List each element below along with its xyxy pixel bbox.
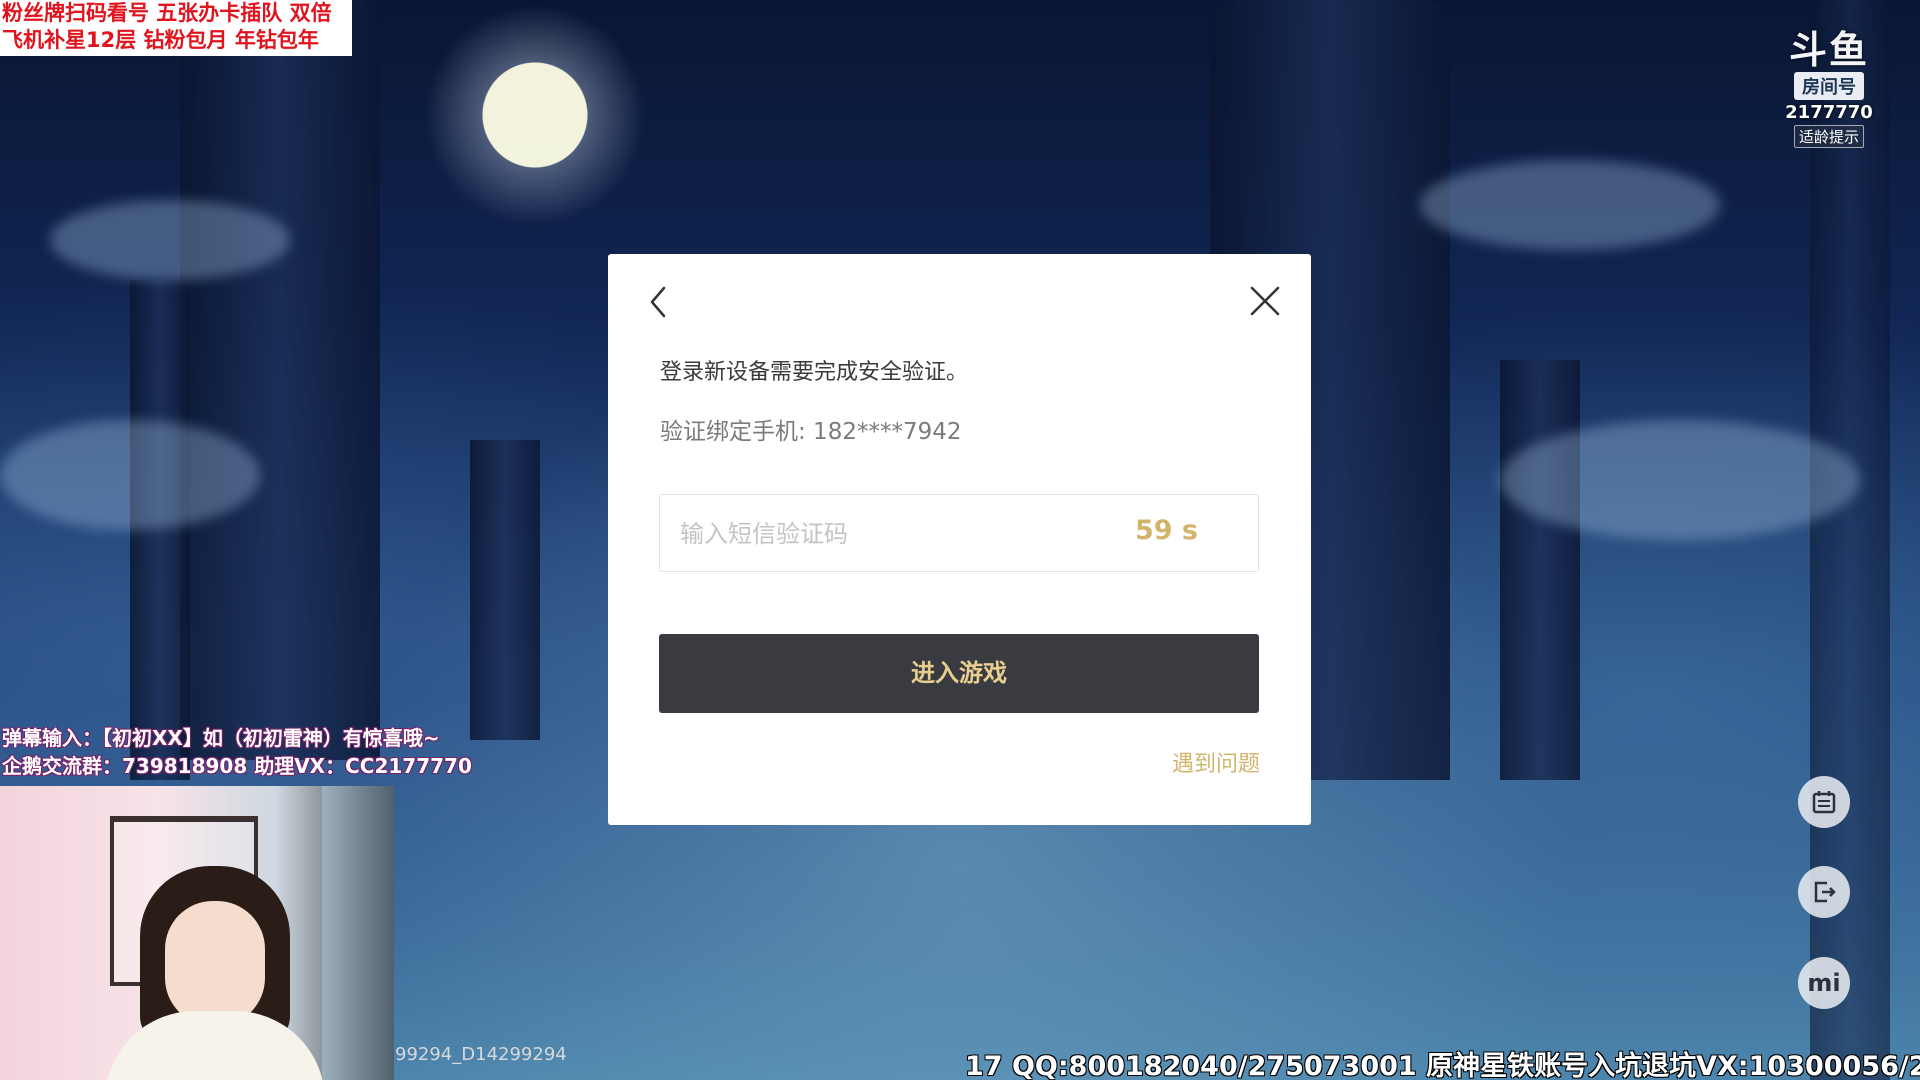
- dialog-title: 登录新设备需要完成安全验证。: [660, 360, 969, 385]
- notice-icon: [1812, 791, 1836, 814]
- background-tower-left: [180, 0, 380, 760]
- mihoyo-icon: mi: [1807, 969, 1841, 997]
- verification-dialog: 登录新设备需要完成安全验证。 验证绑定手机: 182****7942 59 s …: [608, 254, 1311, 825]
- webcam-curtain: [322, 786, 394, 1080]
- background-cloud: [0, 420, 260, 530]
- back-button[interactable]: [644, 282, 672, 322]
- age-tip-badge: 适龄提示: [1793, 125, 1864, 148]
- resend-countdown: 59 s: [1134, 515, 1198, 546]
- logout-icon: [1814, 881, 1836, 903]
- chevron-left-icon: [650, 286, 666, 318]
- help-link[interactable]: 遇到问题: [1172, 746, 1260, 778]
- background-cloud: [50, 200, 290, 280]
- stream-logo: 斗鱼 房间号 2177770 适龄提示: [1770, 30, 1888, 162]
- logout-button[interactable]: [1798, 866, 1850, 918]
- close-icon: [1250, 286, 1280, 316]
- mihoyo-button[interactable]: mi: [1798, 957, 1850, 1009]
- background-pillar: [1810, 0, 1890, 1080]
- streamer-body: [105, 1011, 325, 1080]
- danmu-line-1: 弹幕输入：【初初XX】如（初初雷神）有惊喜哦~: [2, 726, 440, 750]
- close-button[interactable]: [1248, 282, 1282, 320]
- bound-phone-text: 验证绑定手机: 182****7942: [660, 419, 962, 445]
- streamer-webcam: [0, 786, 394, 1080]
- bottom-ticker: 17 QQ:800182040/275073001 原神星铁账号入坑退坑VX:1…: [965, 1051, 1920, 1080]
- room-number: 2177770: [1785, 102, 1873, 123]
- promo-line-2: 飞机补星12层 钻粉包月 年钻包年: [2, 28, 319, 52]
- promo-line-1: 粉丝牌扫码看号 五张办卡插队 双倍: [2, 1, 332, 25]
- promo-banner: 粉丝牌扫码看号 五张办卡插队 双倍 飞机补星12层 钻粉包月 年钻包年: [0, 0, 352, 56]
- streamer-face: [165, 901, 265, 1026]
- sms-code-field: 59 s: [659, 494, 1259, 573]
- notice-button[interactable]: [1798, 776, 1850, 828]
- background-pillar: [1500, 360, 1580, 780]
- background-pillar: [470, 440, 540, 740]
- background-cloud: [1500, 420, 1860, 540]
- user-id-watermark: 99294_D14299294: [395, 1044, 567, 1065]
- background-cloud: [1420, 160, 1720, 250]
- room-label: 房间号: [1794, 72, 1864, 100]
- game-screen: 粉丝牌扫码看号 五张办卡插队 双倍 飞机补星12层 钻粉包月 年钻包年 斗鱼 房…: [0, 0, 1920, 1080]
- danmu-overlay: 弹幕输入：【初初XX】如（初初雷神）有惊喜哦~ 企鹅交流群：739818908 …: [2, 724, 472, 780]
- danmu-line-2: 企鹅交流群：739818908 助理VX：CC2177770: [2, 754, 472, 778]
- sms-code-input[interactable]: [678, 495, 1102, 573]
- douyu-logo: 斗鱼: [1788, 28, 1869, 72]
- enter-game-button[interactable]: 进入游戏: [659, 634, 1259, 713]
- background-pillar: [130, 280, 190, 780]
